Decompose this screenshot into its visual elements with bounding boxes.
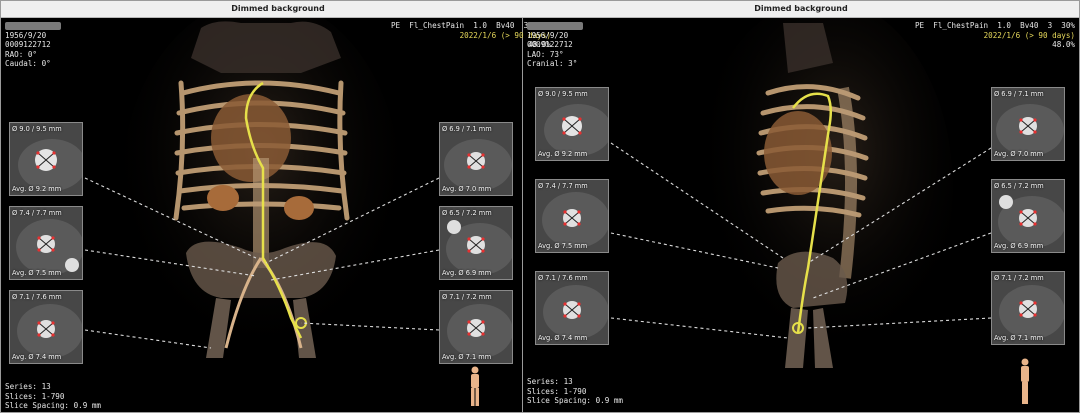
cross-section-panel[interactable]: Ø 7.1 / 7.2 mm Avg. Ø 7.1 mm [439,290,513,364]
panel-diameter: Ø 7.1 / 7.2 mm [442,293,492,301]
slice-spacing: Slice Spacing: 0.9 mm [5,401,102,410]
panel-diameter: Ø 7.4 / 7.7 mm [12,209,62,217]
patient-dob: 1956/9/20 [527,30,569,40]
cross-section-panel[interactable]: Ø 7.1 / 7.6 mm Avg. Ø 7.4 mm [535,271,609,345]
panel-average: Avg. Ø 7.0 mm [442,185,492,193]
patient-id: 0009122712 [5,40,51,49]
panel-diameter: Ø 6.5 / 7.2 mm [442,209,492,217]
panel-average: Avg. Ø 9.2 mm [12,185,62,193]
series-info: Series: 13 Slices: 1-790 Slice Spacing: … [5,382,101,411]
viewport-right[interactable]: Dimmed background 1956/9/20 0009122712 L… [522,0,1080,413]
view-angle-2: Cranial: 3° [527,59,578,68]
cross-section-panel[interactable]: Ø 6.5 / 7.2 mm Avg. Ø 6.9 mm [439,206,513,280]
cross-section-panel[interactable]: Ø 6.5 / 7.2 mm Avg. Ø 6.9 mm [991,179,1065,253]
panel-diameter: Ø 9.0 / 9.5 mm [538,90,588,98]
study-date: 2022/1/6 (> 90 days) [983,30,1075,40]
panel-diameter: Ø 9.0 / 9.5 mm [12,125,62,133]
patient-info: 1956/9/20 0009122712 LAO: 73° Cranial: 3… [527,21,583,69]
zoom-level: 48.0% [1052,40,1075,49]
viewport-title: Dimmed background [1,1,555,18]
panel-average: Avg. Ø 7.1 mm [442,353,492,361]
patient-dob: 1956/9/20 [5,30,47,40]
slices-range: Slices: 1-790 [527,386,587,396]
cross-section-panel[interactable]: Ø 9.0 / 9.5 mm Avg. Ø 9.2 mm [535,87,609,161]
cross-section-panel[interactable]: Ø 9.0 / 9.5 mm Avg. Ø 9.2 mm [9,122,83,196]
series-number: Series: 13 [527,377,573,386]
panel-average: Avg. Ø 7.5 mm [538,242,588,250]
panel-average: Avg. Ø 7.4 mm [538,334,588,342]
panel-average: Avg. Ø 7.1 mm [994,334,1044,342]
patient-info: 1956/9/20 0009122712 RAO: 0° Caudal: 0° [5,21,61,69]
panel-average: Avg. Ø 7.0 mm [994,150,1044,158]
cross-section-panel[interactable]: Ø 6.9 / 7.1 mm Avg. Ø 7.0 mm [439,122,513,196]
view-angle-2: Caudal: 0° [5,59,51,68]
cross-section-panel[interactable]: Ø 7.1 / 7.6 mm Avg. Ø 7.4 mm [9,290,83,364]
cross-section-panel[interactable]: Ø 7.1 / 7.2 mm Avg. Ø 7.1 mm [991,271,1065,345]
panel-diameter: Ø 7.1 / 7.6 mm [538,274,588,282]
panel-average: Avg. Ø 6.9 mm [442,269,492,277]
view-angle-1: RAO: 0° [5,49,38,59]
cross-section-panel[interactable]: Ø 7.4 / 7.7 mm Avg. Ø 7.5 mm [9,206,83,280]
slice-spacing: Slice Spacing: 0.9 mm [527,396,624,405]
study-info: PE Fl_ChestPain 1.0 Bv40 3 30% 2022/1/6 … [915,21,1075,50]
viewport-title: Dimmed background [523,1,1079,18]
protocol-text: PE Fl_ChestPain 1.0 Bv40 3 30% [914,21,1075,30]
redacted-name [5,22,61,30]
cross-section-panel[interactable]: Ø 6.9 / 7.1 mm Avg. Ø 7.0 mm [991,87,1065,161]
panel-diameter: Ø 6.9 / 7.1 mm [442,125,492,133]
series-info: Series: 13 Slices: 1-790 Slice Spacing: … [527,377,623,406]
panel-diameter: Ø 7.1 / 7.2 mm [994,274,1044,282]
redacted-name [527,22,583,30]
panel-average: Avg. Ø 9.2 mm [538,150,588,158]
panel-diameter: Ø 6.9 / 7.1 mm [994,90,1044,98]
patient-id: 0009122712 [527,40,573,49]
panel-diameter: Ø 7.1 / 7.6 mm [12,293,62,301]
panel-diameter: Ø 6.5 / 7.2 mm [994,182,1044,190]
slices-range: Slices: 1-790 [5,391,65,401]
viewport-left[interactable]: Dimmed background 1956/9/20 0009122712 R… [0,0,556,413]
panel-diameter: Ø 7.4 / 7.7 mm [538,182,588,190]
panel-average: Avg. Ø 6.9 mm [994,242,1044,250]
view-angle-1: LAO: 73° [527,49,564,59]
panel-average: Avg. Ø 7.5 mm [12,269,62,277]
cross-section-panel[interactable]: Ø 7.4 / 7.7 mm Avg. Ø 7.5 mm [535,179,609,253]
series-number: Series: 13 [5,382,51,391]
panel-average: Avg. Ø 7.4 mm [12,353,62,361]
